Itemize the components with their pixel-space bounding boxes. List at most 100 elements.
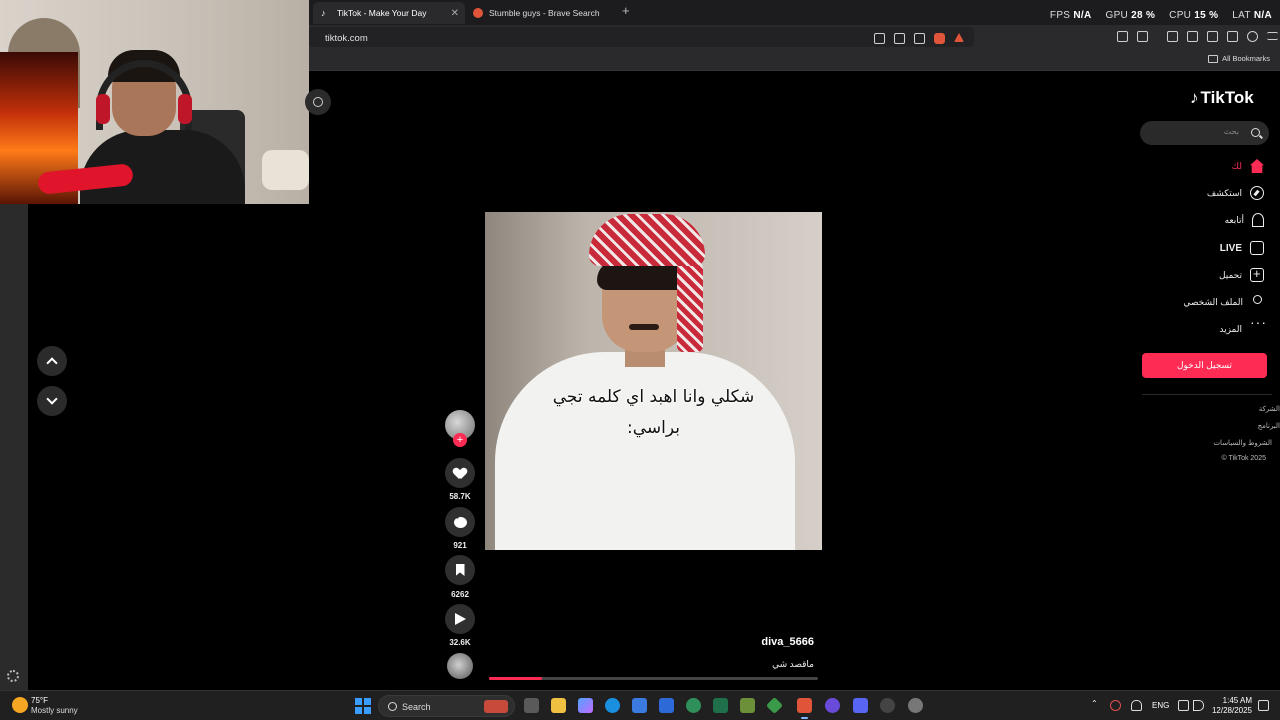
search-input[interactable]: بحث bbox=[1140, 121, 1269, 145]
minecraft-icon[interactable] bbox=[740, 698, 755, 713]
store-icon[interactable] bbox=[632, 698, 647, 713]
edge-icon[interactable] bbox=[605, 698, 620, 713]
task-view-icon[interactable] bbox=[524, 698, 539, 713]
obs-icon[interactable] bbox=[825, 698, 840, 713]
sidebar-icon[interactable] bbox=[1187, 31, 1198, 42]
leo-ai-icon[interactable] bbox=[1227, 31, 1238, 42]
like-button[interactable] bbox=[445, 458, 475, 488]
network-icon[interactable] bbox=[1178, 700, 1189, 711]
nav-profile[interactable]: الملف الشخصي bbox=[1183, 293, 1264, 311]
reader-icon[interactable] bbox=[874, 33, 885, 44]
save-count: 6262 bbox=[451, 590, 469, 599]
weather-temperature[interactable]: 75°F bbox=[31, 696, 48, 705]
url-text[interactable]: tiktok.com bbox=[325, 33, 368, 44]
tray-app-icon[interactable] bbox=[1110, 700, 1121, 711]
upwork-icon[interactable] bbox=[686, 698, 701, 713]
tab-brave-search[interactable]: Stumble guys - Brave Search bbox=[465, 2, 615, 24]
bookmarks-bar: All Bookmarks bbox=[309, 49, 1280, 71]
language-indicator[interactable]: ENG bbox=[1152, 701, 1169, 710]
mail-icon[interactable] bbox=[659, 698, 674, 713]
chrome-icon[interactable] bbox=[880, 698, 895, 713]
next-video-button[interactable] bbox=[37, 386, 67, 416]
cast-icon[interactable] bbox=[894, 33, 905, 44]
video-author[interactable]: diva_5666 bbox=[700, 636, 814, 648]
share-icon[interactable] bbox=[914, 33, 925, 44]
brave-icon[interactable] bbox=[797, 698, 812, 719]
headphone-cup-right bbox=[178, 94, 192, 124]
taskbar-search-placeholder: Search bbox=[402, 702, 431, 712]
taskbar-search[interactable]: Search bbox=[378, 695, 515, 717]
discord-icon[interactable] bbox=[853, 698, 868, 713]
tiktok-logo[interactable]: ♪ TikTok bbox=[1190, 88, 1254, 108]
settings-gear-icon[interactable] bbox=[7, 670, 19, 682]
cpu-value: 15 % bbox=[1194, 10, 1219, 21]
new-tab-button[interactable]: + bbox=[622, 3, 630, 18]
video-player[interactable]: شكلي وانا اهبد اي كلمه تجي براسي: bbox=[485, 212, 822, 550]
explore-floating-button[interactable] bbox=[305, 89, 331, 115]
save-button[interactable] bbox=[445, 555, 475, 585]
previous-video-button[interactable] bbox=[37, 346, 67, 376]
wallet-icon[interactable] bbox=[1207, 31, 1218, 42]
nav-more[interactable]: المزيد bbox=[1219, 314, 1267, 338]
video-shemagh-tail bbox=[677, 262, 703, 352]
search-icon[interactable] bbox=[1251, 128, 1260, 137]
gem-app-icon[interactable] bbox=[766, 697, 783, 714]
tiktok-favicon-icon: ♪ bbox=[321, 8, 326, 18]
video-progress-bar[interactable] bbox=[489, 677, 818, 680]
brave-shield-icon[interactable] bbox=[934, 33, 945, 44]
comment-count: 921 bbox=[453, 541, 467, 550]
comment-button[interactable] bbox=[445, 507, 475, 537]
vpn-icon[interactable] bbox=[1247, 31, 1258, 42]
footer-terms-link[interactable]: الشروط والسياسات bbox=[1132, 439, 1272, 447]
all-bookmarks-button[interactable]: All Bookmarks bbox=[1208, 54, 1270, 63]
nav-upload-label: تحميل bbox=[1218, 269, 1242, 280]
volume-icon[interactable] bbox=[1193, 700, 1204, 711]
extensions-icon[interactable] bbox=[1117, 31, 1128, 42]
clock-date[interactable]: 12/28/2025 bbox=[1206, 706, 1252, 715]
file-explorer-icon[interactable] bbox=[551, 698, 566, 713]
upload-icon bbox=[1250, 266, 1264, 282]
footer-company-link[interactable]: الشركة bbox=[1140, 405, 1280, 413]
windows-start-icon[interactable] bbox=[355, 698, 371, 714]
nav-profile-label: الملف الشخصي bbox=[1183, 296, 1243, 307]
nav-live[interactable]: LIVE bbox=[1220, 239, 1264, 257]
webcam-pillow bbox=[262, 150, 309, 190]
chevron-down-icon bbox=[46, 393, 58, 405]
url-field[interactable]: tiktok.com bbox=[309, 27, 974, 47]
brave-rewards-icon[interactable] bbox=[954, 33, 964, 42]
weather-description[interactable]: Mostly sunny bbox=[31, 706, 78, 715]
webcam-overlay bbox=[0, 0, 309, 204]
copilot-icon[interactable] bbox=[578, 698, 593, 713]
nav-upload[interactable]: تحميل bbox=[1219, 266, 1264, 284]
weather-sun-icon[interactable] bbox=[12, 697, 28, 713]
music-icon[interactable] bbox=[1167, 31, 1178, 42]
tray-chevron-icon[interactable]: ⌃ bbox=[1091, 699, 1098, 708]
share-button[interactable] bbox=[445, 604, 475, 634]
gpu-label: GPU bbox=[1105, 10, 1129, 21]
nav-following[interactable]: أتابعه bbox=[1225, 211, 1264, 229]
nav-following-label: أتابعه bbox=[1224, 214, 1244, 225]
screenshot-icon[interactable] bbox=[1137, 31, 1148, 42]
footer-program-link[interactable]: البرنامج bbox=[1140, 422, 1280, 430]
clock-time[interactable]: 1:45 AM bbox=[1212, 696, 1252, 705]
login-button[interactable]: تسجيل الدخول bbox=[1142, 353, 1267, 378]
nav-more-label: المزيد bbox=[1219, 323, 1242, 334]
microphone-tray-icon[interactable] bbox=[1131, 700, 1142, 711]
video-description: ماقصد شي bbox=[772, 659, 814, 669]
nav-explore[interactable]: استكشف bbox=[1207, 184, 1264, 202]
menu-icon[interactable] bbox=[1267, 32, 1278, 40]
screen: ♪ TikTok - Make Your Day ✕ Stumble guys … bbox=[0, 0, 1280, 720]
music-disc-icon[interactable] bbox=[447, 653, 473, 679]
tab-title: TikTok - Make Your Day bbox=[337, 8, 427, 18]
cpu-label: CPU bbox=[1169, 10, 1192, 21]
tab-close-icon[interactable]: ✕ bbox=[451, 8, 459, 19]
fps-value: N/A bbox=[1073, 10, 1092, 21]
pycharm-icon[interactable] bbox=[713, 698, 728, 713]
notification-bell-icon[interactable] bbox=[1258, 700, 1269, 711]
follow-button[interactable]: + bbox=[453, 433, 467, 447]
nav-for-you[interactable]: لك bbox=[1232, 157, 1264, 175]
windows-taskbar: 75°F Mostly sunny Search ⌃ ENG 1:45 AM 1… bbox=[0, 690, 1280, 720]
tab-tiktok[interactable]: ♪ TikTok - Make Your Day ✕ bbox=[313, 2, 465, 24]
settings-app-icon[interactable] bbox=[908, 698, 923, 713]
search-placeholder: بحث bbox=[1223, 127, 1239, 136]
